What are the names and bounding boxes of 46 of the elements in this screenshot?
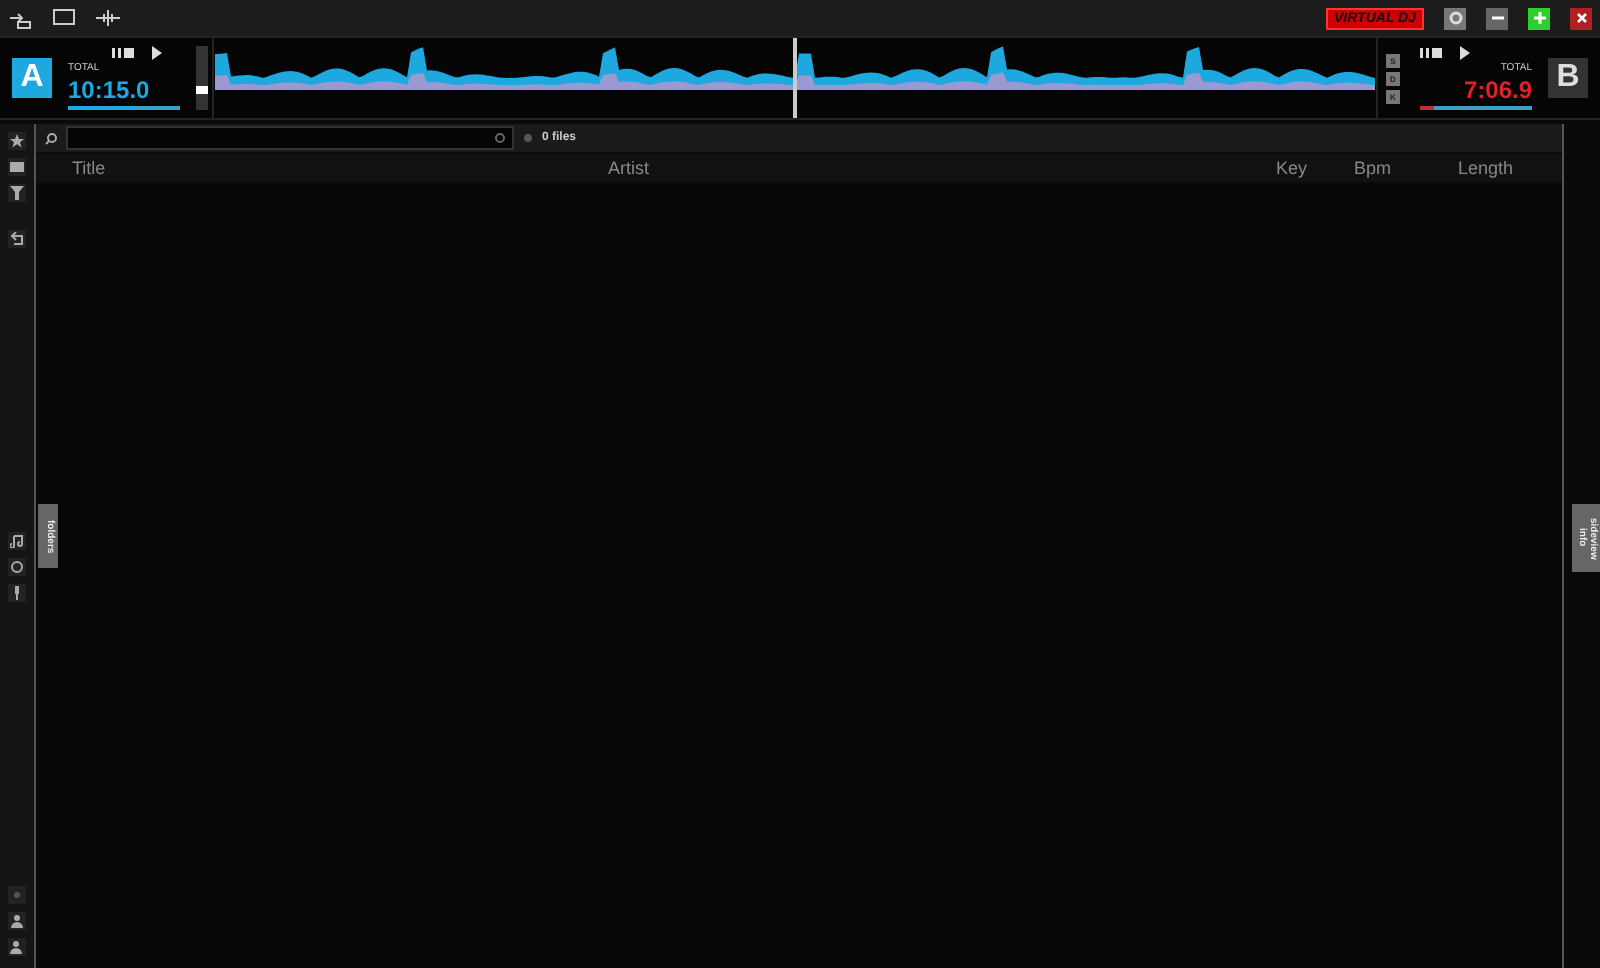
folder-icon — [10, 160, 24, 174]
time-display: 10:15.0 — [68, 76, 152, 104]
maximize-button[interactable] — [1528, 7, 1550, 29]
close-button[interactable] — [1570, 7, 1592, 29]
waveform-drawing[interactable] — [214, 38, 1376, 118]
dot-button[interactable] — [8, 886, 26, 904]
play-icon[interactable] — [1458, 46, 1472, 60]
star-icon — [10, 134, 24, 148]
folder-button[interactable] — [8, 158, 26, 176]
fader-thumb[interactable] — [196, 85, 208, 94]
minimize-button[interactable] — [1486, 7, 1508, 29]
microphone-button[interactable] — [8, 584, 26, 602]
music-note-button[interactable] — [8, 532, 26, 550]
settings-icon — [1447, 10, 1463, 26]
column-header[interactable]: Length — [1458, 158, 1538, 178]
person-list-icon — [10, 940, 24, 954]
column-header[interactable]: Title — [72, 158, 192, 178]
deck-letter: B — [1548, 58, 1588, 98]
column-header[interactable]: Bpm — [1354, 158, 1414, 178]
search-field[interactable] — [66, 126, 514, 150]
play-icon[interactable] — [150, 46, 164, 60]
person-button[interactable] — [8, 912, 26, 930]
pause-stop-icon[interactable] — [1420, 46, 1442, 60]
screen-icon[interactable] — [52, 6, 76, 30]
close-icon — [1573, 10, 1589, 26]
star-button[interactable] — [8, 132, 26, 150]
microphone-icon — [10, 586, 24, 600]
pause-stop-icon[interactable] — [112, 46, 134, 60]
filter-icon — [10, 186, 24, 200]
back-button[interactable] — [8, 230, 26, 248]
person-icon — [10, 914, 24, 928]
column-header[interactable]: Artist — [608, 158, 688, 178]
maximize-icon — [1531, 10, 1547, 26]
status-dot-icon — [522, 132, 534, 144]
column-header[interactable]: Key — [1276, 158, 1336, 178]
search-icon — [44, 131, 58, 145]
person-list-button[interactable] — [8, 938, 26, 956]
volume-fader[interactable] — [196, 46, 208, 110]
dot-icon — [10, 888, 24, 902]
filter-button[interactable] — [8, 184, 26, 202]
music-note-icon — [10, 534, 24, 548]
back-icon — [10, 232, 24, 246]
deck-letter: A — [12, 58, 52, 98]
waveform-icon[interactable] — [96, 6, 120, 30]
settings-button[interactable] — [1444, 7, 1466, 29]
time-display: 7:06.9 — [1463, 76, 1532, 104]
